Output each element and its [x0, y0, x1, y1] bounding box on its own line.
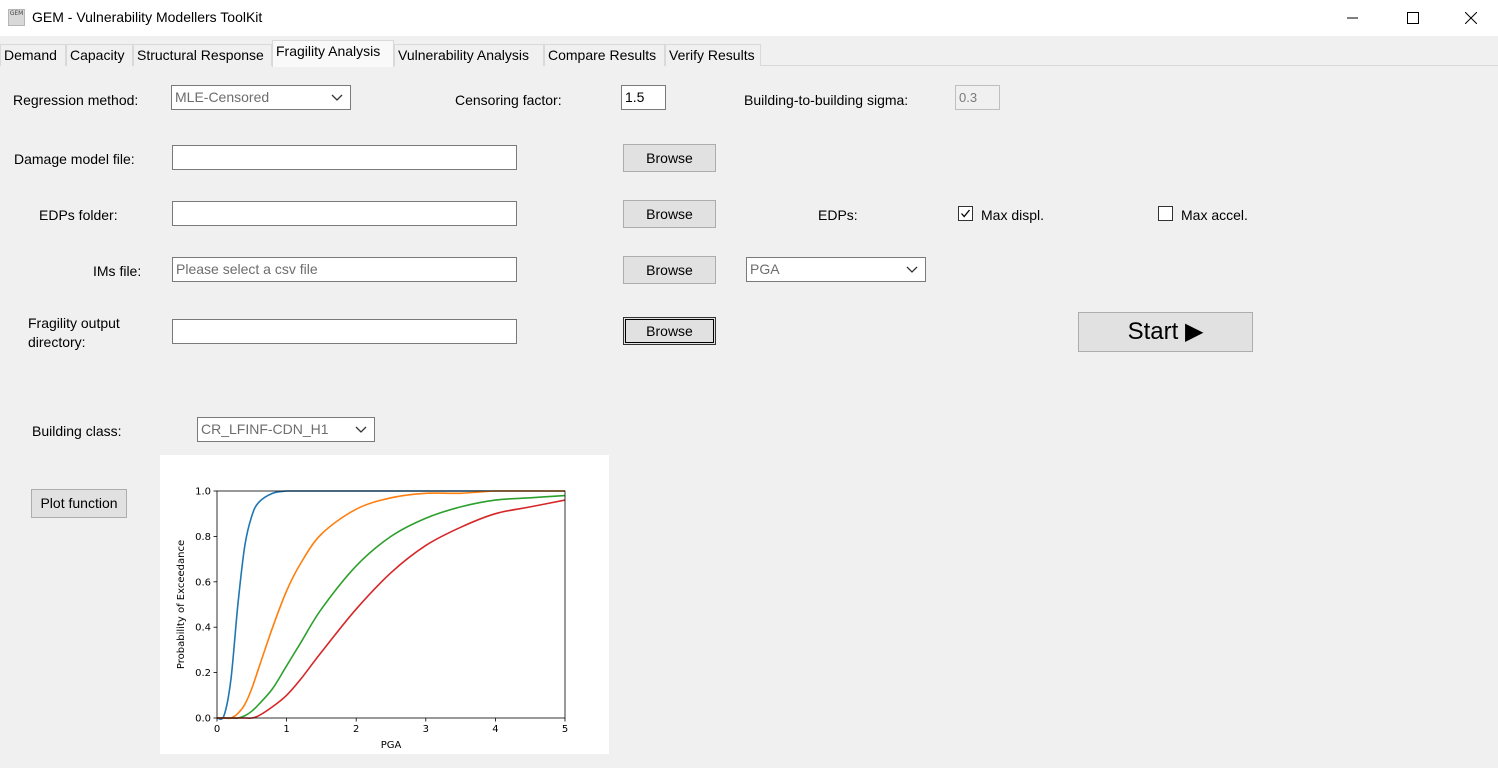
plot-frame	[216, 490, 566, 719]
chevron-down-icon	[906, 266, 918, 273]
ims-file-browse-button[interactable]: Browse	[623, 256, 716, 284]
censoring-factor-label: Censoring factor:	[455, 92, 562, 108]
tab-capacity[interactable]: Capacity	[66, 44, 133, 66]
y-tick-label: 0.2	[195, 668, 211, 679]
series-line-3	[217, 494, 566, 719]
y-tick-label: 0.4	[195, 623, 211, 634]
x-tick-label: 4	[492, 724, 498, 735]
sigma-input[interactable]: 0.3	[955, 85, 1000, 110]
im-type-select[interactable]: PGA	[746, 257, 926, 282]
im-type-value: PGA	[750, 261, 780, 277]
series-line-2	[217, 490, 565, 720]
building-class-select[interactable]: CR_LFINF-CDN_H1	[197, 417, 375, 442]
fragility-plot-panel: 0 1 2 3 4 5 0.0 0.2 0.4 0.6 0.8 1.0 PGA Probability o…	[160, 455, 609, 754]
tab-verify-results[interactable]: Verify Results	[665, 44, 761, 66]
edps-label: EDPs:	[818, 207, 858, 223]
edps-folder-browse-button[interactable]: Browse	[623, 200, 716, 228]
maximize-button[interactable]	[1390, 0, 1436, 36]
app-icon: GEM	[8, 9, 25, 26]
edps-folder-input[interactable]	[172, 201, 517, 226]
close-icon	[1465, 12, 1477, 24]
tab-structural-response[interactable]: Structural Response	[133, 44, 272, 66]
app-icon-label: GEM	[9, 10, 24, 17]
building-class-label: Building class:	[32, 423, 122, 439]
x-axis-label: PGA	[381, 740, 402, 751]
output-dir-label-line2: directory:	[28, 334, 86, 350]
tab-compare-results[interactable]: Compare Results	[544, 44, 665, 66]
series-line-4	[217, 499, 566, 719]
tab-vulnerability-analysis[interactable]: Vulnerability Analysis	[394, 44, 544, 66]
y-axis-label: Probability of Exceedance	[176, 540, 187, 669]
damage-model-input[interactable]	[172, 145, 517, 170]
building-class-value: CR_LFINF-CDN_H1	[201, 421, 329, 437]
y-tick-label: 0.6	[195, 577, 211, 588]
output-dir-label-line1: Fragility output	[28, 315, 120, 331]
chevron-down-icon	[331, 94, 343, 101]
ims-file-input[interactable]: Please select a csv file	[172, 257, 517, 282]
ims-file-label: IMs file:	[93, 263, 142, 279]
regression-method-label: Regression method:	[13, 92, 139, 108]
x-tick-label: 2	[353, 724, 359, 735]
start-button[interactable]: Start ▶	[1078, 312, 1253, 352]
max-displ-label: Max displ.	[981, 207, 1045, 223]
y-tick-label: 0.0	[195, 714, 211, 725]
max-displ-checkbox[interactable]	[958, 206, 973, 221]
x-tick-label: 1	[283, 724, 289, 735]
checkmark-icon	[961, 209, 971, 218]
fragility-chart: 0 1 2 3 4 5 0.0 0.2 0.4 0.6 0.8 1.0 PGA Probability o…	[176, 487, 568, 752]
tab-bar: Demand Capacity Structural Response Frag…	[0, 40, 1498, 67]
minimize-button[interactable]	[1330, 0, 1376, 36]
max-accel-label: Max accel.	[1181, 207, 1248, 223]
sigma-label: Building-to-building sigma:	[744, 92, 909, 108]
damage-model-browse-button[interactable]: Browse	[623, 144, 716, 172]
regression-method-value: MLE-Censored	[175, 89, 270, 105]
chevron-down-icon	[355, 426, 367, 433]
regression-method-select[interactable]: MLE-Censored	[171, 85, 351, 110]
maximize-icon	[1407, 12, 1419, 24]
window-title: GEM - Vulnerability Modellers ToolKit	[32, 9, 263, 25]
y-tick-label: 0.8	[195, 532, 211, 543]
x-tick-label: 0	[214, 724, 220, 735]
max-accel-checkbox[interactable]	[1158, 206, 1173, 221]
censoring-factor-input[interactable]: 1.5	[621, 85, 666, 110]
title-bar: GEM GEM - Vulnerability Modellers ToolKi…	[0, 0, 1498, 36]
output-dir-browse-button[interactable]: Browse	[623, 317, 716, 345]
y-tick-label: 1.0	[195, 487, 211, 498]
close-button[interactable]	[1448, 0, 1494, 36]
damage-model-label: Damage model file:	[14, 151, 135, 167]
edps-folder-label: EDPs folder:	[39, 207, 118, 223]
minimize-icon	[1347, 17, 1358, 19]
tab-fragility-analysis[interactable]: Fragility Analysis	[272, 40, 394, 67]
plot-function-button[interactable]: Plot function	[31, 489, 127, 518]
output-dir-input[interactable]	[172, 319, 517, 344]
series-line-1	[216, 490, 565, 720]
tab-demand[interactable]: Demand	[0, 44, 66, 66]
x-tick-label: 3	[423, 724, 429, 735]
x-tick-label: 5	[562, 724, 568, 735]
